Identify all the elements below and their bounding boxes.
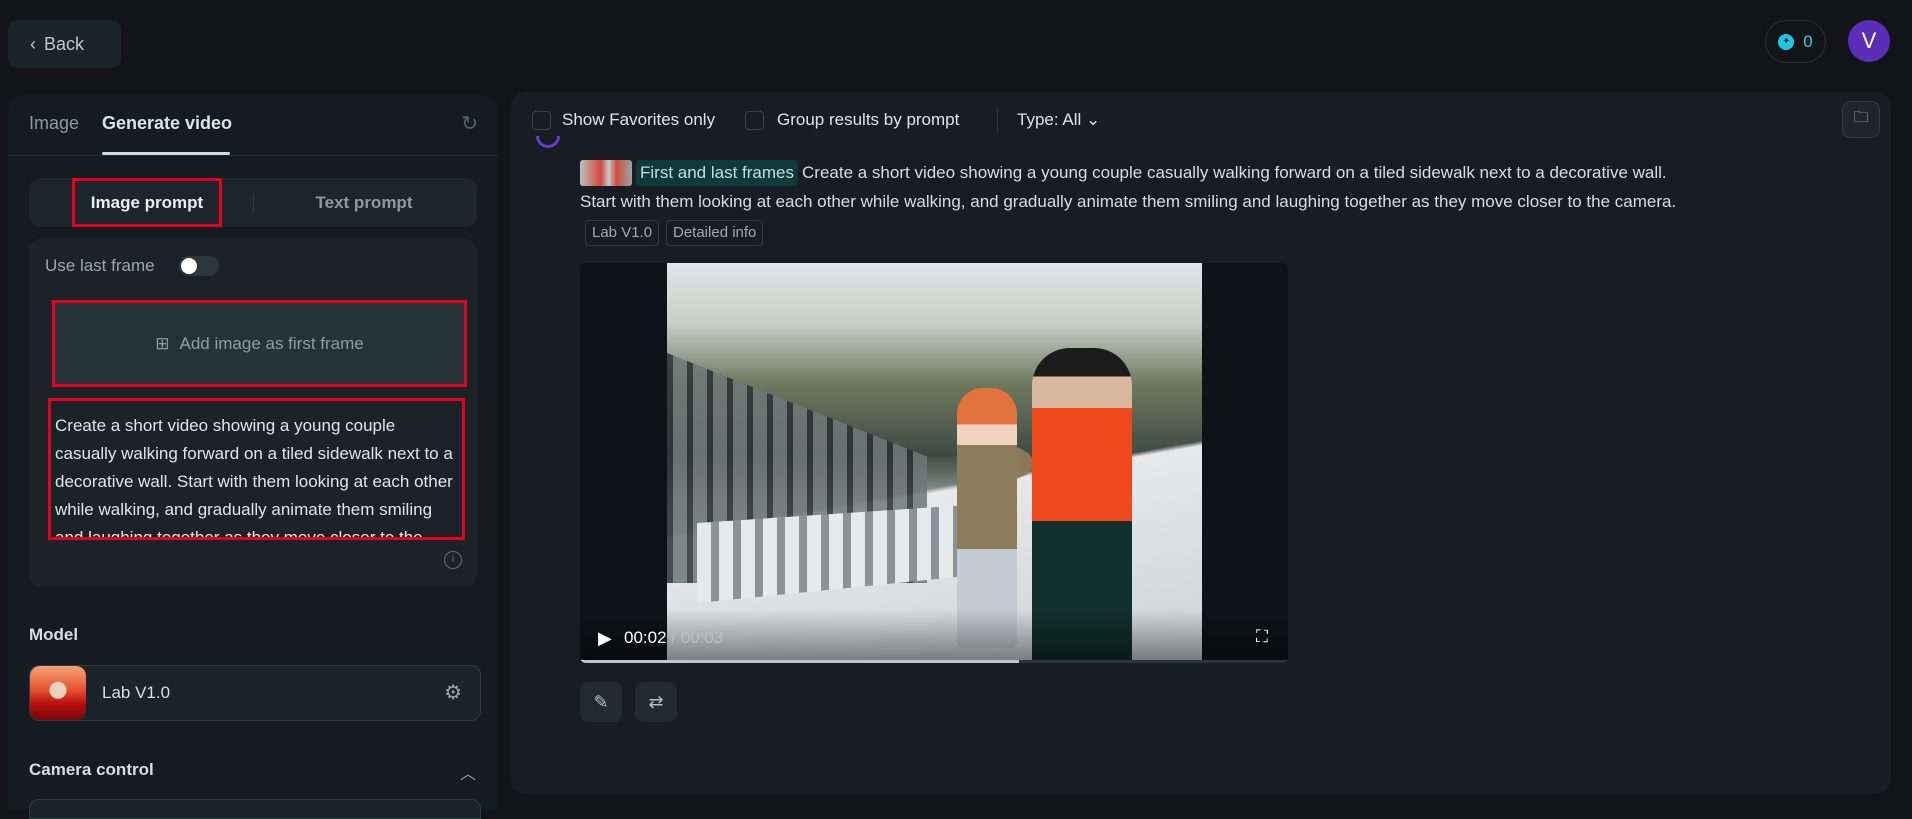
use-last-frame-toggle[interactable]	[179, 256, 219, 276]
model-selector[interactable]: Lab V1.0 ⚙	[29, 665, 481, 721]
chevron-up-icon[interactable]: ︿	[460, 760, 476, 784]
group-by-prompt-label[interactable]: Group results by prompt	[777, 110, 959, 130]
tab-divider	[8, 155, 498, 156]
video-player[interactable]: ▶ 00:02 / 00:03 ⛶	[580, 263, 1288, 663]
back-button[interactable]: ‹ Back	[8, 20, 121, 68]
add-first-frame-button[interactable]: ⊞ Add image as first frame	[52, 300, 467, 387]
regenerate-button[interactable]: ⇄	[635, 682, 677, 722]
show-favorites-checkbox[interactable]	[532, 111, 551, 130]
credits-badge[interactable]: ✦ 0	[1765, 20, 1826, 63]
camera-control-heading: Camera control	[29, 760, 154, 779]
repeat-icon: ⇄	[648, 691, 664, 712]
video-frame	[667, 263, 1202, 663]
use-last-frame-label: Use last frame	[45, 256, 155, 275]
detailed-info-tag[interactable]: Detailed info	[666, 220, 764, 246]
tab-generate-video[interactable]: Generate video	[102, 113, 232, 134]
video-controls: ▶ 00:02 / 00:03 ⛶	[580, 609, 1288, 663]
prompt-card: Use last frame ⊞ Add image as first frame…	[29, 239, 477, 587]
folder-icon: 🗀	[1853, 109, 1869, 126]
tab-image[interactable]: Image	[29, 113, 79, 134]
loading-indicator	[536, 136, 560, 148]
text-prompt-tab[interactable]: Text prompt	[259, 178, 469, 227]
type-filter-dropdown[interactable]: Type: All ⌄	[1017, 110, 1100, 130]
video-time: 00:02 / 00:03	[624, 628, 724, 647]
camera-control-box[interactable]	[29, 799, 481, 819]
folder-button[interactable]: 🗀	[1842, 101, 1880, 138]
sliders-icon[interactable]: ⚙	[444, 680, 462, 705]
reset-icon[interactable]: ↻	[461, 111, 478, 136]
video-progress-fill	[580, 660, 1019, 663]
pencil-icon: ✎	[593, 691, 609, 712]
model-thumbnail	[30, 666, 86, 720]
show-favorites-label[interactable]: Show Favorites only	[562, 110, 715, 130]
chevron-down-icon: ⌄	[1086, 110, 1101, 129]
group-by-prompt-checkbox[interactable]	[745, 111, 764, 130]
fullscreen-icon[interactable]: ⛶	[1256, 627, 1268, 647]
chevron-left-icon: ‹	[30, 33, 36, 54]
results-panel: Show Favorites only Group results by pro…	[510, 92, 1891, 794]
divider	[253, 194, 254, 211]
result-prompt: First and last frames Create a short vid…	[580, 160, 1667, 186]
model-tag[interactable]: Lab V1.0	[585, 220, 660, 246]
video-progress-bar[interactable]	[580, 660, 1288, 663]
first-last-frames-chip: First and last frames	[636, 160, 798, 186]
model-name: Lab V1.0	[102, 683, 171, 702]
edit-button[interactable]: ✎	[580, 682, 622, 722]
credits-icon: ✦	[1778, 33, 1795, 50]
generation-panel: Image Generate video ↻ Image prompt Text…	[8, 95, 498, 819]
result-prompt-line2: Start with them looking at each other wh…	[580, 192, 1677, 211]
play-icon[interactable]: ▶	[598, 628, 612, 649]
info-icon[interactable]: i	[444, 551, 462, 569]
avatar[interactable]: V	[1848, 20, 1890, 62]
add-image-icon: ⊞	[155, 333, 170, 353]
prompt-mode-switch: Image prompt Text prompt	[29, 178, 477, 227]
model-heading: Model	[29, 625, 79, 644]
image-prompt-tab[interactable]: Image prompt	[72, 178, 222, 227]
prompt-textarea[interactable]: Create a short video showing a young cou…	[48, 398, 465, 540]
frames-thumbnail	[580, 160, 632, 186]
divider	[997, 108, 998, 134]
